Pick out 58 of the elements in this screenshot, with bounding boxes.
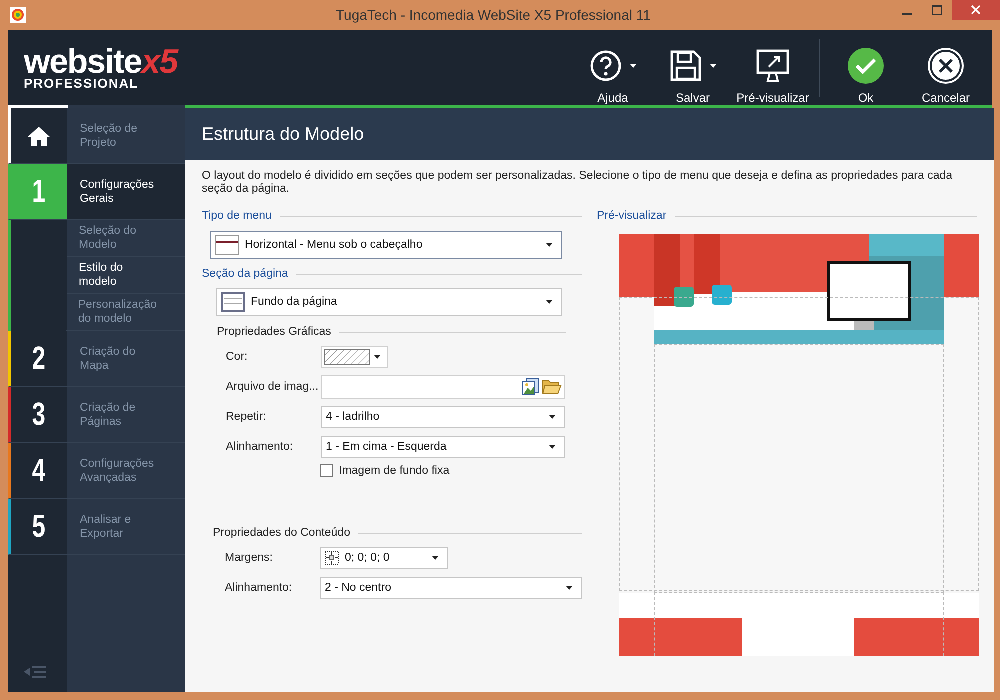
page-layout-icon [221,292,245,312]
sidebar-item[interactable]: 5 Analisar e Exportar [8,499,185,555]
maximize-icon [932,5,942,15]
folder-icon [542,378,562,396]
sidebar-item[interactable]: 2 Criação do Mapa [8,331,185,387]
page-title: Estrutura do Modelo [185,108,994,160]
dropdown-caret-icon [549,415,556,419]
hatched-swatch-icon [324,349,370,365]
cancel-button[interactable]: Cancelar [906,39,986,105]
field-label: Alinhamento: [225,582,294,594]
cancel-icon [927,47,965,85]
section-heading: Propriedades do Conteúdo [213,527,582,539]
image-icon [522,378,540,396]
help-button[interactable]: Ajuda [573,39,653,105]
sidebar-item[interactable]: 3 Criação de Páginas [8,387,185,443]
description-text: O layout do modelo é dividido em seções que podem ser personalizadas. Selecione o tipo de menu que deseja e defina as propriedades para cada seção da página. [202,170,954,196]
margins-dropdown[interactable]: 0; 0; 0; 0 [320,547,448,569]
monitor-icon [756,49,790,83]
dropdown-caret-icon [710,64,716,68]
menu-layout-icon [215,235,239,255]
field-label: Alinhamento: [226,441,294,453]
section-heading: Tipo de menu [202,210,582,222]
close-button[interactable] [952,0,1000,20]
field-label: Arquivo de imag... [226,381,320,393]
save-icon [670,50,702,82]
dropdown-caret-icon [630,64,636,68]
check-icon [847,47,885,85]
section-heading: Propriedades Gráficas [217,326,566,338]
alignment-dropdown[interactable]: 2 - No centro [320,577,582,599]
home-icon [28,126,50,146]
window-title: TugaTech - Incomedia WebSite X5 Professional 11 [336,7,651,23]
preview-button[interactable]: Pré-visualizar [733,39,813,105]
dropdown-caret-icon [374,355,381,359]
repeat-dropdown[interactable]: 4 - ladrilho [321,406,565,428]
dropdown-caret-icon [546,243,553,247]
app-icon [10,7,26,23]
section-heading: Pré-visualizar [597,210,977,222]
page-section-dropdown[interactable]: Fundo da página [216,288,562,316]
ok-button[interactable]: Ok [826,39,906,105]
fixed-background-checkbox[interactable]: Imagem de fundo fixa [320,464,582,477]
image-file-field[interactable] [321,375,565,399]
dropdown-caret-icon [432,556,439,560]
section-heading: Seção da página [202,268,582,280]
dropdown-caret-icon [566,586,573,590]
field-label: Margens: [225,552,274,564]
menu-type-dropdown[interactable]: Horizontal - Menu sob o cabeçalho [210,231,562,259]
dropdown-caret-icon [546,300,553,304]
dropdown-caret-icon [549,445,556,449]
save-button[interactable]: Salvar [653,39,733,105]
field-label: Cor: [226,351,249,363]
color-picker[interactable] [321,346,388,368]
margins-icon [325,551,339,565]
help-icon [590,50,622,82]
alignment-dropdown[interactable]: 1 - Em cima - Esquerda [321,436,565,458]
sidebar-item[interactable]: 4 Configurações Avançadas [8,443,185,499]
field-label: Repetir: [226,411,268,423]
close-icon [971,5,981,15]
minimize-icon [902,12,912,14]
